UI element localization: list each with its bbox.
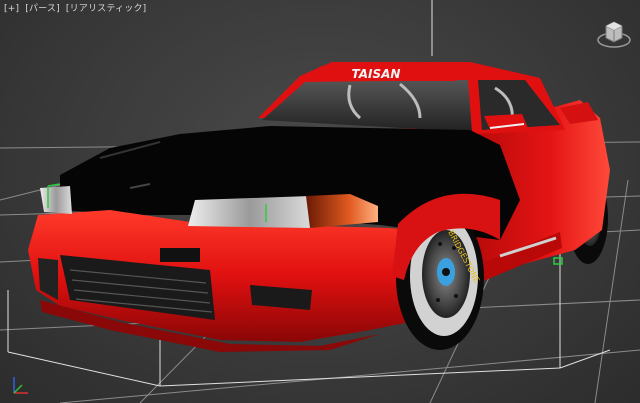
headlight-right	[188, 196, 312, 228]
scene-canvas[interactable]: TAISAN BRIDGESTONE	[0, 0, 640, 403]
viewport-menu-plus[interactable]: [+]	[4, 4, 19, 14]
headlight-left	[40, 186, 72, 214]
viewport-label: [+] [パース] [リアリスティック]	[4, 1, 149, 14]
windshield-banner-text: TAISAN	[352, 67, 401, 81]
viewport-menu-perspective[interactable]: [パース]	[25, 4, 60, 14]
fog-vent	[38, 258, 58, 300]
viewcube-icon[interactable]	[594, 12, 634, 52]
license-plate-recess	[160, 248, 200, 262]
axis-tripod-icon	[13, 377, 28, 394]
3d-viewport[interactable]: [+] [パース] [リアリスティック] TAISAN BRIDGESTONE	[0, 0, 640, 403]
viewport-menu-shading[interactable]: [リアリスティック]	[66, 4, 146, 14]
